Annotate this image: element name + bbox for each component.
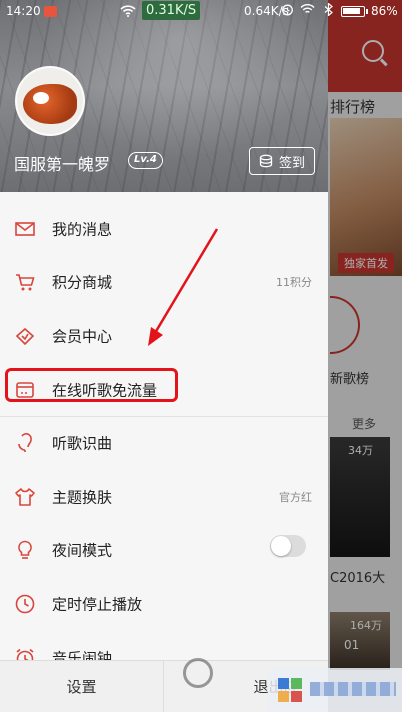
status-time: 14:20 bbox=[6, 4, 41, 18]
avatar[interactable] bbox=[15, 66, 85, 136]
theme-value: 官方红 bbox=[279, 490, 312, 504]
cart-icon bbox=[14, 271, 36, 293]
mail-icon bbox=[14, 218, 36, 240]
watermark bbox=[268, 668, 402, 712]
signin-button[interactable]: 签到 bbox=[249, 147, 315, 175]
red-panda-face bbox=[33, 92, 49, 104]
clock-icon bbox=[14, 593, 36, 615]
menu-label: 会员中心 bbox=[52, 327, 113, 346]
points-value: 11积分 bbox=[276, 276, 312, 290]
drawer-menu: 我的消息 积分商城 11积分 会员中心 在线听歌免流量 听歌识曲 主题换肤 官方… bbox=[0, 202, 328, 684]
scroll-indicator bbox=[183, 658, 213, 688]
wifi-icon bbox=[120, 4, 136, 21]
microphone-icon bbox=[14, 432, 36, 454]
menu-item-sleep-timer[interactable]: 定时停止播放 bbox=[0, 577, 328, 631]
night-mode-toggle[interactable] bbox=[270, 535, 306, 557]
menu-divider bbox=[0, 416, 328, 418]
watermark-text bbox=[310, 682, 396, 696]
red-panda-image bbox=[23, 84, 77, 124]
menu-item-points-mall[interactable]: 积分商城 11积分 bbox=[0, 256, 328, 310]
tshirt-icon bbox=[14, 486, 36, 508]
menu-item-vip-center[interactable]: 会员中心 bbox=[0, 309, 328, 363]
menu-item-messages[interactable]: 我的消息 bbox=[0, 202, 328, 256]
annotation-highlight-box bbox=[5, 368, 178, 402]
menu-item-song-recognition[interactable]: 听歌识曲 bbox=[0, 416, 328, 470]
status-bar: 14:20 0.31K/S 0.64K/s 86% bbox=[0, 0, 402, 24]
signin-label: 签到 bbox=[278, 155, 305, 171]
menu-label: 定时停止播放 bbox=[52, 595, 143, 614]
upload-speed: 0.31K/S bbox=[142, 1, 201, 20]
level-badge: Lv.4 bbox=[128, 152, 163, 169]
menu-label: 夜间模式 bbox=[52, 541, 113, 560]
notification-icon bbox=[44, 6, 57, 17]
battery-icon bbox=[341, 6, 368, 17]
menu-label: 我的消息 bbox=[52, 220, 113, 239]
coins-icon bbox=[259, 154, 273, 168]
username[interactable]: 国服第一魄罗 bbox=[14, 151, 110, 175]
bluetooth-icon bbox=[324, 2, 333, 20]
menu-label: 听歌识曲 bbox=[52, 434, 113, 453]
battery-percent: 86% bbox=[371, 4, 398, 18]
watermark-logo-icon bbox=[278, 678, 302, 702]
menu-label: 主题换肤 bbox=[52, 488, 113, 507]
toggle-knob bbox=[271, 536, 291, 556]
profile-header: 国服第一魄罗 Lv.4 签到 bbox=[0, 0, 328, 192]
menu-item-theme[interactable]: 主题换肤 官方红 bbox=[0, 470, 328, 524]
lightbulb-icon bbox=[14, 539, 36, 561]
settings-button[interactable]: 设置 bbox=[0, 661, 164, 712]
dim-overlay[interactable] bbox=[328, 0, 402, 712]
alarm-status-icon bbox=[281, 3, 294, 20]
menu-label: 积分商城 bbox=[52, 273, 113, 292]
side-drawer: 国服第一魄罗 Lv.4 签到 我的消息 积分商城 11积分 会员中心 在线听歌免… bbox=[0, 0, 328, 712]
wifi-signal-icon bbox=[300, 3, 315, 19]
vip-diamond-icon bbox=[14, 325, 36, 347]
